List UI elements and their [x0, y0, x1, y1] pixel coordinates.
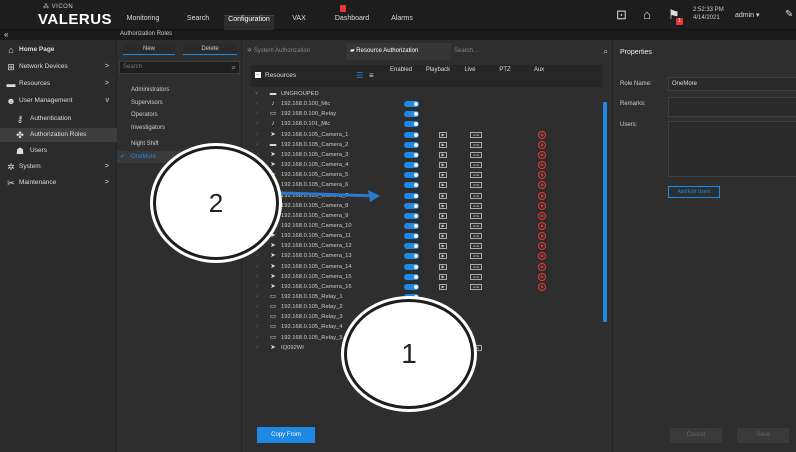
callout-2: 2: [153, 146, 279, 260]
app-window: ⁂ VICON VALERUS Monitoring Search Configur…: [0, 0, 796, 452]
arrow-2-head: [368, 190, 380, 202]
callout-1: 1: [344, 299, 474, 409]
